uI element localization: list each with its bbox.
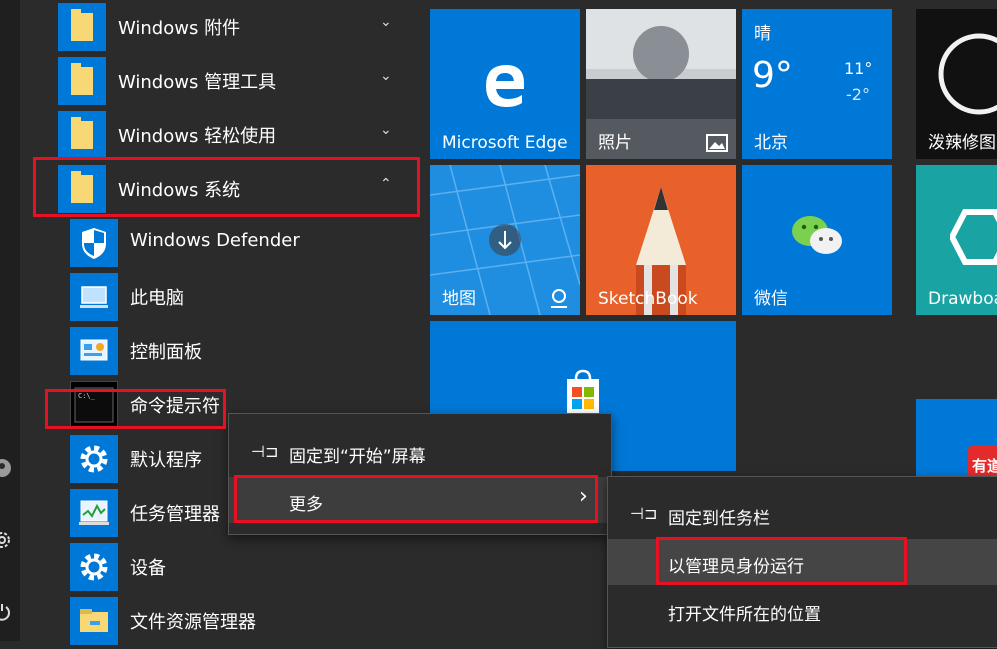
weather-low: -2° [846, 85, 870, 104]
app-devices[interactable]: 设备 [20, 540, 420, 594]
tile-label: 地图 [442, 289, 476, 309]
app-list: Windows 附件 ⌄ Windows 管理工具 ⌄ Windows 轻松使用… [20, 0, 430, 645]
store-icon [567, 369, 599, 413]
tile-label: Microsoft Edge [442, 133, 568, 153]
tile-wechat[interactable]: 微信 [742, 165, 892, 315]
power-icon[interactable] [0, 602, 12, 622]
command-prompt-icon: C:\_ [70, 381, 118, 429]
context-menu: ⊣⊐ 固定到“开始”屏幕 更多 › [228, 413, 612, 535]
folder-windows-system[interactable]: Windows 系统 ⌃ [20, 162, 420, 216]
app-label: 任务管理器 [130, 504, 220, 525]
chevron-right-icon: › [579, 484, 588, 509]
app-label: Windows Defender [130, 230, 300, 251]
tile-sketchbook[interactable]: SketchBook [586, 165, 736, 315]
folder-windows-admin-tools[interactable]: Windows 管理工具 ⌄ [20, 54, 420, 108]
folder-windows-ease-of-access[interactable]: Windows 轻松使用 ⌄ [20, 108, 420, 162]
user-icon[interactable] [0, 458, 12, 478]
tile-photos[interactable]: 照片 [586, 9, 736, 159]
folder-icon [58, 3, 106, 51]
folder-icon [58, 57, 106, 105]
more-submenu: ⊣⊐ 固定到任务栏 以管理员身份运行 打开文件所在的位置 [607, 476, 997, 648]
weather-condition: 晴 [754, 24, 771, 44]
gear-icon [70, 543, 118, 591]
chevron-down-icon: ⌄ [380, 68, 392, 84]
menu-item-label: 更多 [289, 495, 323, 515]
shield-icon [70, 219, 118, 267]
folder-label: Windows 管理工具 [118, 72, 277, 93]
computer-icon [70, 273, 118, 321]
app-file-explorer[interactable]: 文件资源管理器 [20, 594, 420, 648]
control-panel-icon [70, 327, 118, 375]
menu-item-run-as-admin[interactable]: 以管理员身份运行 [608, 539, 997, 585]
youdao-label: 有道 [972, 457, 997, 475]
app-control-panel[interactable]: 控制面板 [20, 324, 420, 378]
folder-label: Windows 附件 [118, 18, 241, 39]
tile-label: SketchBook [598, 289, 698, 309]
splash-ring-icon [938, 33, 997, 115]
tile-weather[interactable]: 晴 9° 11° -2° 北京 [742, 9, 892, 159]
menu-item-label: 固定到任务栏 [668, 509, 770, 529]
chevron-down-icon: ⌄ [380, 14, 392, 30]
app-this-pc[interactable]: 此电脑 [20, 270, 420, 324]
tile-label: 微信 [754, 289, 788, 309]
settings-gear-icon[interactable] [0, 530, 12, 550]
svg-text:C:\_: C:\_ [78, 392, 96, 400]
menu-item-label: 打开文件所在的位置 [668, 605, 821, 625]
chevron-up-icon: ⌃ [380, 176, 392, 192]
folder-windows-accessories[interactable]: Windows 附件 ⌄ [20, 0, 420, 54]
gear-icon [70, 435, 118, 483]
weather-high: 11° [844, 59, 873, 78]
drawboard-icon [950, 209, 997, 265]
pin-icon: ⊣⊐ [630, 504, 658, 523]
app-label: 命令提示符 [130, 396, 220, 417]
weather-temp: 9° [752, 55, 793, 96]
tile-maps[interactable]: 地图 [430, 165, 580, 315]
menu-item-open-file-location[interactable]: 打开文件所在的位置 [608, 587, 997, 633]
tile-label: 照片 [598, 133, 632, 153]
folder-icon [58, 111, 106, 159]
app-windows-defender[interactable]: Windows Defender [20, 216, 420, 270]
map-pin-icon [551, 289, 567, 308]
folder-label: Windows 轻松使用 [118, 126, 277, 147]
task-manager-icon [70, 489, 118, 537]
start-left-rail [0, 0, 20, 641]
folder-label: Windows 系统 [118, 180, 241, 201]
wechat-icon [792, 216, 842, 254]
menu-item-label: 固定到“开始”屏幕 [289, 447, 426, 467]
menu-item-label: 以管理员身份运行 [668, 557, 804, 577]
app-label: 文件资源管理器 [130, 612, 256, 633]
tile-drawboard[interactable]: Drawboa [916, 165, 997, 315]
app-label: 控制面板 [130, 342, 202, 363]
app-label: 设备 [130, 558, 166, 579]
app-label: 默认程序 [130, 450, 202, 471]
tile-label: 泼辣修图 [928, 133, 996, 153]
edge-icon [486, 65, 524, 107]
tile-label: 北京 [754, 133, 788, 153]
photos-icon [706, 134, 728, 152]
tile-splash-photo[interactable]: 泼辣修图 [916, 9, 997, 159]
tile-microsoft-edge[interactable]: Microsoft Edge [430, 9, 580, 159]
chevron-down-icon: ⌄ [380, 122, 392, 138]
menu-item-more[interactable]: 更多 › [229, 477, 611, 523]
app-label: 此电脑 [130, 288, 184, 309]
tile-label: Drawboa [928, 289, 997, 309]
folder-icon [70, 597, 118, 645]
menu-item-pin-to-taskbar[interactable]: ⊣⊐ 固定到任务栏 [608, 491, 997, 537]
folder-icon [58, 165, 106, 213]
pin-icon: ⊣⊐ [251, 442, 279, 461]
menu-item-pin-to-start[interactable]: ⊣⊐ 固定到“开始”屏幕 [229, 429, 611, 475]
